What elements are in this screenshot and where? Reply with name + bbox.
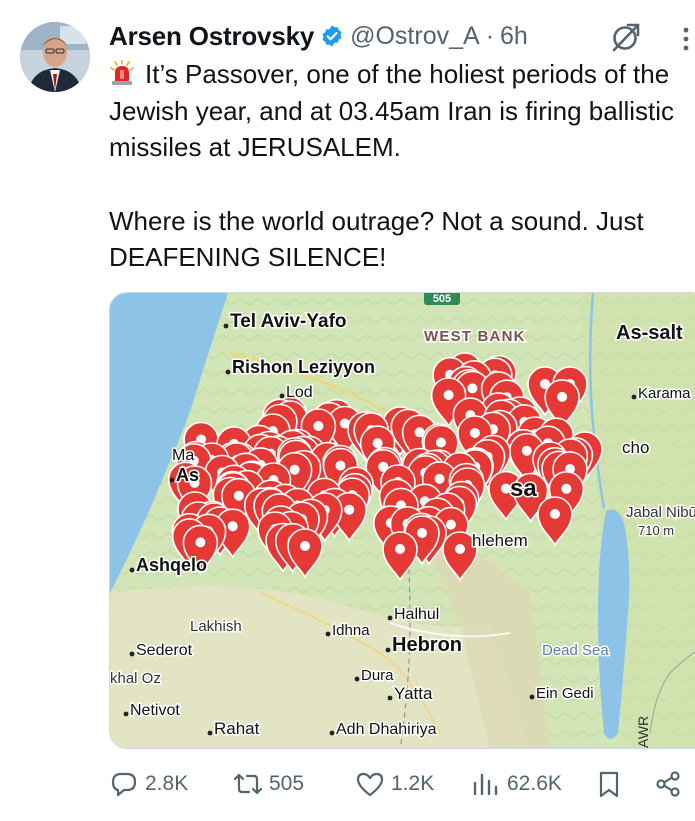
map-label-rishon: Rishon Leziyyon <box>225 356 377 379</box>
svg-text:Ma: Ma <box>172 447 194 464</box>
tweet-text-line-1: It’s Passover, one of the holiest period… <box>109 59 675 162</box>
repost-button[interactable]: 505 <box>233 762 304 806</box>
header-separator: · <box>485 21 495 50</box>
repost-icon <box>233 773 263 795</box>
svg-text:Tel Aviv-Yafo: Tel Aviv-Yafo <box>230 311 347 332</box>
share-button[interactable] <box>653 762 689 806</box>
svg-text:Ashqelo: Ashqelo <box>136 555 207 575</box>
tweet-header: Arsen Ostrovsky @Ostrov_A · 6h <box>109 18 695 54</box>
tweet-timestamp[interactable]: 6h <box>500 22 528 51</box>
tweet-body: It’s Passover, one of the holiest period… <box>109 56 695 276</box>
svg-text:Karama: Karama <box>638 385 691 402</box>
reply-icon <box>111 772 137 797</box>
tweet-actions-bar: 2.8K 505 1.2K 62.6K <box>109 762 695 806</box>
svg-text:Dead Sea: Dead Sea <box>542 642 609 659</box>
map-label-sederot: Sederot <box>129 641 194 661</box>
map-label-tel-aviv: Tel Aviv-Yafo <box>223 310 348 334</box>
more-options-icon[interactable] <box>676 24 695 54</box>
views-button[interactable]: 62.6K <box>471 762 562 806</box>
heart-icon <box>356 772 384 797</box>
map-label-elevation: 710 m <box>637 522 676 540</box>
map-label-dead-sea: Dead Sea <box>541 641 611 661</box>
svg-text:Dura: Dura <box>361 667 394 684</box>
svg-text:Ein Gedi: Ein Gedi <box>536 685 594 702</box>
svg-text:Rishon Leziyyon: Rishon Leziyyon <box>232 357 375 377</box>
map-label-west-bank: WEST BANK <box>423 327 526 347</box>
svg-text:WEST BANK: WEST BANK <box>424 328 526 345</box>
highway-label: 505 <box>433 293 451 305</box>
svg-text:As: As <box>176 465 199 485</box>
avatar[interactable] <box>20 22 90 92</box>
bookmark-icon <box>599 771 619 798</box>
svg-text:Hebron: Hebron <box>392 634 462 656</box>
svg-text:hlehem: hlehem <box>472 531 528 550</box>
map-label-lakhish: Lakhish <box>189 617 244 637</box>
author-display-name[interactable]: Arsen Ostrovsky <box>109 21 314 52</box>
svg-text:sa: sa <box>510 475 537 502</box>
map-label-ma: Ma <box>171 446 196 466</box>
map-label-ein-gedi: Ein Gedi <box>529 684 595 704</box>
map-label-dura: Dura <box>354 666 396 686</box>
grok-icon[interactable] <box>609 20 643 54</box>
svg-text:khal Oz: khal Oz <box>110 670 161 687</box>
map-label-karama: Karama <box>631 384 693 404</box>
svg-text:As-salt: As-salt <box>616 322 683 344</box>
map-label-hebron: Hebron <box>385 633 464 658</box>
svg-text:cho: cho <box>622 438 649 457</box>
map-label-netivot: Netivot <box>123 701 182 721</box>
siren-emoji-icon <box>109 59 135 85</box>
map-label-cho: cho <box>621 437 651 459</box>
svg-text:Yatta: Yatta <box>394 684 433 703</box>
map-label-ashqel: Ashqelo <box>129 554 209 577</box>
svg-text:Halhul: Halhul <box>394 606 439 623</box>
svg-text:Jabal Nibū: Jabal Nibū <box>626 504 695 521</box>
map-image[interactable]: 505 Tel Aviv-Yafo WEST BANK As-salt Rishon … <box>109 292 695 749</box>
map-label-as-salt: As-salt <box>615 321 685 346</box>
tweet-text-paragraph-2: Where is the world outrage? Not a sound.… <box>109 205 644 273</box>
map-label-road-side: AWR <box>635 716 651 748</box>
tweet-text-paragraph-1: It’s Passover, one of the holiest period… <box>109 56 695 166</box>
verified-badge-icon[interactable] <box>320 24 344 48</box>
views-chart-icon <box>473 773 498 796</box>
svg-text:Lakhish: Lakhish <box>190 618 242 635</box>
reply-count: 2.8K <box>145 772 189 795</box>
author-handle[interactable]: @Ostrov_A <box>350 22 480 51</box>
reply-button[interactable]: 2.8K <box>109 762 188 806</box>
svg-text:Rahat: Rahat <box>214 719 260 738</box>
map-label-khal-oz: khal Oz <box>110 669 162 689</box>
views-count: 62.6K <box>507 772 562 795</box>
highway-shield-icon: 505 <box>424 293 460 305</box>
map-label-sa: sa <box>509 474 539 504</box>
map-label-idhna: Idhna <box>325 621 372 641</box>
map-label-adh-dhahiriya: Adh Dhahiriya <box>329 720 438 740</box>
repost-count: 505 <box>269 772 305 795</box>
svg-text:Adh Dhahiriya: Adh Dhahiriya <box>336 721 437 738</box>
svg-text:Netivot: Netivot <box>130 702 180 719</box>
bookmark-button[interactable] <box>594 762 630 806</box>
map-label-bethlehem: hlehem <box>471 530 530 552</box>
svg-text:Lod: Lod <box>286 384 313 401</box>
svg-text:Sederot: Sederot <box>136 642 193 659</box>
like-button[interactable]: 1.2K <box>355 762 434 806</box>
svg-text:Idhna: Idhna <box>332 622 370 639</box>
map-label-halhul: Halhul <box>387 605 441 625</box>
svg-text:710 m: 710 m <box>638 523 674 538</box>
map-label-yatta: Yatta <box>387 683 434 705</box>
map-label-jabal-nibu: Jabal Nibū <box>625 503 695 523</box>
map-label-rahat: Rahat <box>207 718 261 740</box>
share-icon <box>656 771 680 797</box>
like-count: 1.2K <box>391 772 435 795</box>
